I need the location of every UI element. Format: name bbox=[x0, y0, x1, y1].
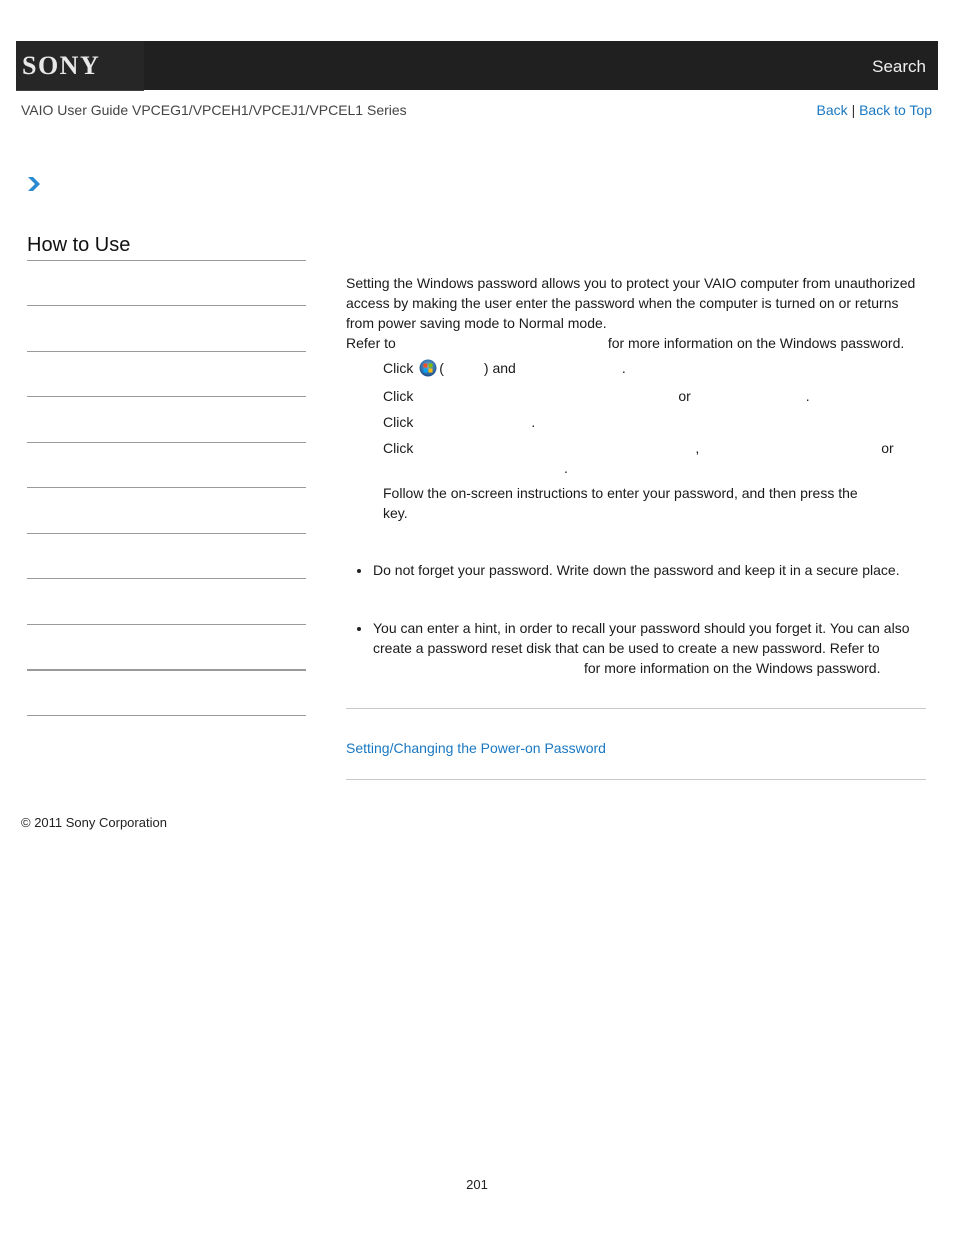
step-text: Follow the on-screen instructions to ent… bbox=[383, 485, 858, 501]
step-text: or bbox=[881, 440, 894, 456]
step-text: , bbox=[695, 440, 700, 456]
hint-text: You can enter a hint, in order to recall… bbox=[373, 620, 910, 656]
copyright: © 2011 Sony Corporation bbox=[21, 815, 167, 830]
sidebar-item[interactable] bbox=[27, 306, 306, 350]
note-text: Do not forget your password. Write down … bbox=[373, 562, 900, 578]
step-text: . bbox=[805, 388, 810, 404]
step-text: . bbox=[564, 460, 568, 476]
sidebar-title: How to Use bbox=[27, 234, 131, 256]
sidebar-item[interactable] bbox=[27, 261, 306, 305]
step-text: Click bbox=[383, 440, 414, 456]
intro-paragraph: Setting the Windows password allows you … bbox=[346, 275, 916, 331]
sidebar-divider bbox=[27, 715, 306, 716]
page-number: 201 bbox=[466, 1177, 488, 1192]
windows-start-icon bbox=[419, 359, 437, 377]
related-topic-link[interactable]: Setting/Changing the Power-on Password bbox=[346, 739, 606, 757]
hint-list: You can enter a hint, in order to recall… bbox=[346, 618, 926, 678]
sidebar-item[interactable] bbox=[27, 488, 306, 532]
sony-logo[interactable]: SONY bbox=[22, 50, 100, 82]
step-text: ( bbox=[439, 360, 444, 376]
step-3: Click. bbox=[383, 412, 535, 432]
step-text: . bbox=[531, 414, 536, 430]
step-text: Click bbox=[383, 388, 414, 404]
refer-prefix: Refer to bbox=[346, 335, 396, 351]
section-divider bbox=[346, 779, 926, 780]
sidebar-item[interactable] bbox=[27, 579, 306, 623]
step-text: key. bbox=[383, 505, 408, 521]
step-text: . bbox=[621, 360, 626, 376]
hint-text: for more information on the Windows pass… bbox=[584, 660, 881, 676]
sidebar-item[interactable] bbox=[27, 671, 306, 715]
step-text: Click bbox=[383, 360, 414, 376]
step-text: Click bbox=[383, 414, 414, 430]
step-text: or bbox=[678, 388, 691, 404]
back-link[interactable]: Back bbox=[817, 102, 848, 118]
note-list: Do not forget your password. Write down … bbox=[346, 560, 926, 580]
chevron-right-icon[interactable] bbox=[27, 176, 41, 192]
sidebar-item[interactable] bbox=[27, 443, 306, 487]
hint-item: You can enter a hint, in order to recall… bbox=[346, 618, 926, 678]
refer-paragraph: Refer to for more information on the Wind… bbox=[346, 333, 926, 353]
step-1: Click ( ) and. bbox=[383, 358, 626, 378]
back-to-top-link[interactable]: Back to Top bbox=[859, 102, 932, 118]
top-nav-links: Back | Back to Top bbox=[817, 101, 932, 119]
top-header-bar bbox=[16, 41, 938, 90]
step-5: Follow the on-screen instructions to ent… bbox=[383, 483, 883, 523]
step-4: Click, or bbox=[383, 438, 903, 458]
sidebar-item[interactable] bbox=[27, 625, 306, 669]
step-4-continued: . bbox=[383, 458, 568, 478]
step-text: ) and bbox=[483, 360, 516, 376]
nav-separator: | bbox=[851, 102, 856, 118]
sidebar-item[interactable] bbox=[27, 534, 306, 578]
refer-suffix: for more information on the Windows pass… bbox=[607, 335, 905, 351]
search-button[interactable]: Search bbox=[872, 56, 926, 78]
guide-title: VAIO User Guide VPCEG1/VPCEH1/VPCEJ1/VPC… bbox=[21, 102, 407, 118]
section-divider bbox=[346, 708, 926, 709]
sidebar-item[interactable] bbox=[27, 352, 306, 396]
sidebar-item[interactable] bbox=[27, 397, 306, 441]
note-item: Do not forget your password. Write down … bbox=[346, 560, 926, 580]
step-2: Click or. bbox=[383, 386, 810, 406]
